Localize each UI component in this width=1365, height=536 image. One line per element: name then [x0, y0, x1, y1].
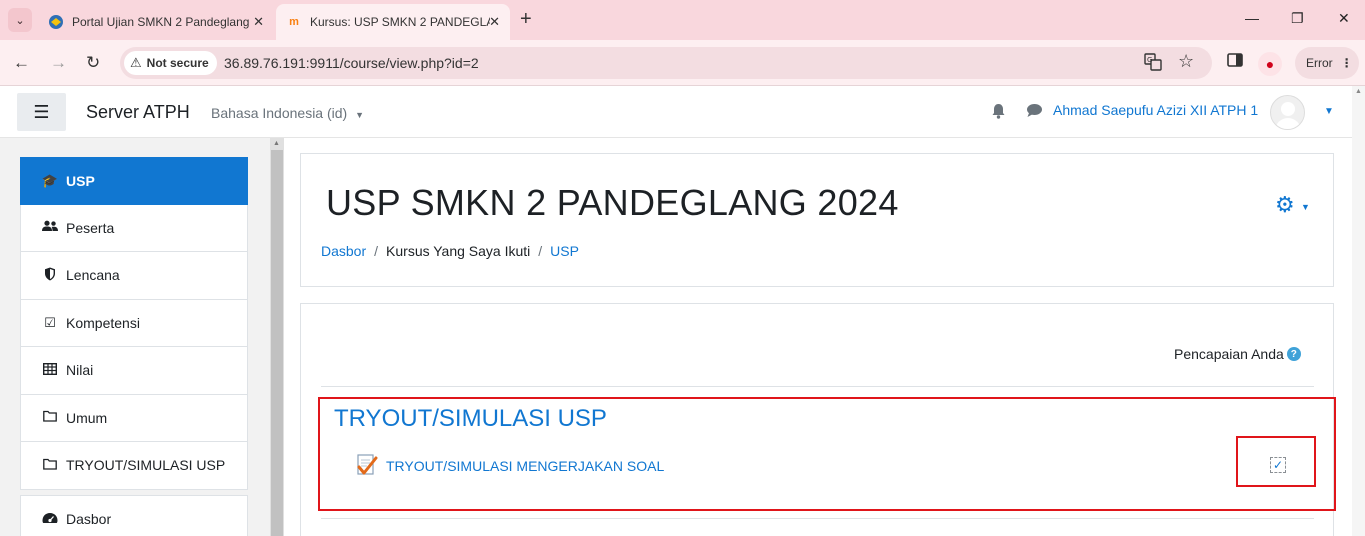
- drawer-item-nilai[interactable]: Nilai: [20, 347, 248, 395]
- drawer-item-peserta[interactable]: Peserta: [20, 204, 248, 252]
- breadcrumb-separator: /: [374, 243, 379, 259]
- restore-icon[interactable]: ❐: [1291, 10, 1304, 27]
- url-text[interactable]: 36.89.76.191:9911/course/view.php?id=2: [224, 55, 479, 71]
- error-label: Error: [1306, 56, 1333, 70]
- completion-checkbox-icon[interactable]: ✓: [1270, 457, 1286, 473]
- security-label: Not secure: [146, 56, 209, 70]
- breadcrumb-usp[interactable]: USP: [550, 243, 579, 259]
- drawer-item-label: Peserta: [66, 219, 115, 236]
- section-divider: [321, 386, 1314, 387]
- drawer-scroll-thumb[interactable]: [271, 150, 283, 536]
- address-bar: ← → ↻ ⚠ Not secure 36.89.76.191:9911/cou…: [0, 40, 1365, 86]
- drawer-item-dasbor[interactable]: Dasbor: [20, 496, 248, 536]
- drawer-course-list: 🎓 USP Peserta Lencana ☑ Kompetensi Nilai: [20, 157, 248, 490]
- user-menu-chevron-icon[interactable]: ▼: [1324, 106, 1334, 117]
- user-name[interactable]: Ahmad Saepufu Azizi XII ATPH 1: [1053, 102, 1258, 118]
- drawer-item-label: Kompetensi: [66, 314, 140, 331]
- section-title[interactable]: TRYOUT/SIMULASI USP: [334, 405, 607, 433]
- svg-text:G: G: [1147, 56, 1152, 64]
- minimize-icon[interactable]: —: [1245, 10, 1259, 26]
- gear-icon[interactable]: ⚙: [1275, 192, 1295, 218]
- close-tab-icon[interactable]: ✕: [489, 14, 500, 30]
- drawer-item-label: TRYOUT/SIMULASI USP: [66, 457, 226, 474]
- quiz-icon[interactable]: [356, 453, 378, 477]
- drawer-site-list: Dasbor: [20, 495, 248, 536]
- bookmark-star-icon[interactable]: ☆: [1178, 51, 1194, 72]
- tab-portal-ujian[interactable]: Portal Ujian SMKN 2 Pandeglang ✕: [38, 4, 274, 40]
- drawer-item-label: Nilai: [66, 362, 94, 379]
- drawer-item-usp[interactable]: 🎓 USP: [20, 157, 248, 205]
- error-button[interactable]: Error ⋮: [1295, 47, 1359, 79]
- tab-kursus-usp[interactable]: m Kursus: USP SMKN 2 PANDEGLANG 2024 ✕: [276, 4, 510, 40]
- close-tab-icon[interactable]: ✕: [253, 14, 264, 30]
- browser-tab-bar: ⌄ Portal Ujian SMKN 2 Pandeglang ✕ m Kur…: [0, 0, 1365, 40]
- graduation-cap-icon: 🎓: [41, 172, 59, 188]
- side-panel-icon[interactable]: [1227, 52, 1243, 73]
- security-chip[interactable]: ⚠ Not secure: [124, 51, 217, 75]
- section-divider: [321, 518, 1314, 519]
- translate-icon[interactable]: G: [1144, 53, 1162, 76]
- tab-title: Kursus: USP SMKN 2 PANDEGLANG 2024: [310, 15, 490, 29]
- table-icon: [41, 362, 59, 378]
- drawer-item-label: Lencana: [66, 267, 120, 284]
- site-name[interactable]: Server ATPH: [86, 102, 190, 123]
- drawer-item-label: Umum: [66, 409, 108, 426]
- breadcrumb-separator: /: [538, 243, 543, 259]
- close-window-icon[interactable]: ✕: [1338, 10, 1350, 27]
- chevron-down-icon[interactable]: ▼: [1301, 202, 1310, 212]
- notification-bell-icon[interactable]: [991, 103, 1006, 123]
- folder-icon: [41, 458, 59, 473]
- user-avatar[interactable]: [1270, 95, 1305, 130]
- new-tab-icon[interactable]: +: [520, 8, 532, 31]
- drawer-item-kompetensi[interactable]: ☑ Kompetensi: [20, 299, 248, 347]
- users-icon: [41, 220, 59, 235]
- site-navbar: ☰ Server ATPH Bahasa Indonesia (id) ▼ Ah…: [0, 86, 1352, 138]
- page-scrollbar[interactable]: [1352, 86, 1365, 536]
- nav-drawer: 🎓 USP Peserta Lencana ☑ Kompetensi Nilai: [0, 138, 284, 536]
- breadcrumb-dasbor[interactable]: Dasbor: [321, 243, 366, 259]
- checkbox-icon: ☑: [44, 314, 56, 330]
- achievement-text: Pencapaian Anda: [1174, 346, 1284, 362]
- profile-icon[interactable]: ●: [1258, 52, 1282, 76]
- folder-icon: [41, 410, 59, 425]
- messages-icon[interactable]: [1026, 103, 1043, 122]
- drawer-scrollbar[interactable]: ▲: [270, 138, 284, 536]
- back-icon[interactable]: ←: [13, 53, 30, 73]
- course-header-card: USP SMKN 2 PANDEGLANG 2024 ⚙ ▼ Dasbor / …: [300, 153, 1334, 287]
- drawer-item-umum[interactable]: Umum: [20, 394, 248, 442]
- language-label: Bahasa Indonesia (id): [211, 105, 348, 121]
- tab-search-icon[interactable]: ⌄: [8, 8, 32, 32]
- tab-title: Portal Ujian SMKN 2 Pandeglang: [72, 15, 250, 29]
- scroll-up-icon[interactable]: ▲: [273, 140, 280, 147]
- drawer-item-label: USP: [66, 172, 95, 189]
- chevron-down-icon: ▼: [355, 110, 365, 120]
- help-icon[interactable]: ?: [1286, 347, 1301, 361]
- dashboard-icon: [41, 512, 59, 527]
- drawer-item-lencana[interactable]: Lencana: [20, 252, 248, 300]
- page-title: USP SMKN 2 PANDEGLANG 2024: [326, 182, 899, 223]
- activity-link[interactable]: TRYOUT/SIMULASI MENGERJAKAN SOAL: [386, 458, 664, 474]
- breadcrumb-kursus: Kursus Yang Saya Ikuti: [386, 243, 531, 259]
- drawer-item-label: Dasbor: [66, 511, 112, 528]
- reload-icon[interactable]: ↻: [86, 53, 100, 73]
- breadcrumb: Dasbor / Kursus Yang Saya Ikuti / USP: [321, 243, 579, 259]
- moodle-favicon-icon: m: [289, 16, 299, 28]
- forward-icon[interactable]: →: [50, 53, 67, 73]
- shield-icon: [41, 267, 59, 284]
- omnibox[interactable]: ⚠ Not secure 36.89.76.191:9911/course/vi…: [120, 47, 1212, 79]
- achievement-label: Pencapaian Anda ?: [1174, 346, 1301, 362]
- language-menu[interactable]: Bahasa Indonesia (id) ▼: [211, 105, 364, 121]
- warning-icon: ⚠: [130, 55, 142, 70]
- portal-favicon-icon: [48, 14, 64, 30]
- drawer-item-tryout[interactable]: TRYOUT/SIMULASI USP: [20, 442, 248, 490]
- menu-dots-icon: ⋮: [1340, 56, 1353, 70]
- drawer-toggle-button[interactable]: ☰: [17, 93, 66, 131]
